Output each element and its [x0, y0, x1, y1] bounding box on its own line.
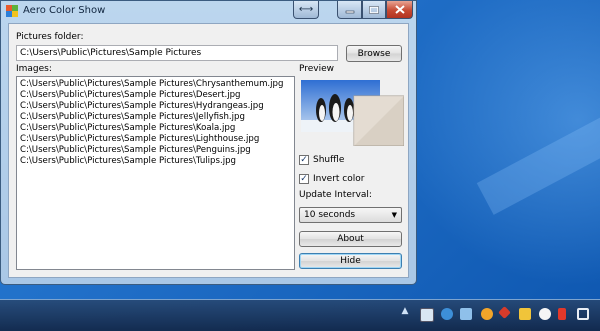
- folder-label: Pictures folder:: [16, 32, 84, 42]
- invert-color-checkbox[interactable]: ✓: [299, 174, 309, 184]
- preview-image: [301, 80, 404, 146]
- maximize-button[interactable]: [362, 1, 386, 19]
- swap-icon: ⟷: [298, 4, 314, 15]
- about-button[interactable]: About: [299, 231, 402, 247]
- list-item[interactable]: C:\Users\Public\Pictures\Sample Pictures…: [20, 123, 291, 134]
- browse-button[interactable]: Browse: [346, 45, 402, 62]
- preview-label: Preview: [299, 64, 335, 74]
- close-button[interactable]: [386, 1, 413, 19]
- folder-icon[interactable]: [519, 308, 531, 320]
- network-icon[interactable]: [460, 308, 472, 320]
- images-listbox[interactable]: C:\Users\Public\Pictures\Sample Pictures…: [16, 76, 295, 270]
- volume-icon[interactable]: [558, 308, 566, 320]
- monitor-icon[interactable]: [420, 308, 434, 322]
- close-icon: [394, 5, 405, 14]
- antivirus-icon[interactable]: [498, 306, 511, 319]
- invert-color-label: Invert color: [313, 174, 365, 184]
- shuffle-checkbox[interactable]: ✓: [299, 155, 309, 165]
- list-item[interactable]: C:\Users\Public\Pictures\Sample Pictures…: [20, 101, 291, 112]
- minimize-button[interactable]: [337, 1, 362, 19]
- hide-button[interactable]: Hide: [299, 253, 402, 269]
- folder-path-input[interactable]: C:\Users\Public\Pictures\Sample Pictures: [16, 45, 338, 61]
- maximize-icon: [369, 5, 379, 14]
- display-icon[interactable]: [577, 308, 589, 320]
- interval-label: Update Interval:: [299, 190, 372, 200]
- images-label: Images:: [16, 64, 52, 74]
- interval-value: 10 seconds: [304, 210, 356, 220]
- list-item[interactable]: C:\Users\Public\Pictures\Sample Pictures…: [20, 90, 291, 101]
- client-area: Pictures folder: C:\Users\Public\Picture…: [8, 23, 409, 278]
- list-item[interactable]: C:\Users\Public\Pictures\Sample Pictures…: [20, 156, 291, 167]
- interval-dropdown[interactable]: 10 seconds ▼: [299, 207, 402, 223]
- list-item[interactable]: C:\Users\Public\Pictures\Sample Pictures…: [20, 79, 291, 90]
- show-hidden-icons-icon[interactable]: ▲: [398, 306, 412, 316]
- list-item[interactable]: C:\Users\Public\Pictures\Sample Pictures…: [20, 134, 291, 145]
- chat-icon[interactable]: [539, 308, 551, 320]
- taskbar: ▲: [0, 299, 600, 331]
- messenger-icon[interactable]: [481, 308, 493, 320]
- app-icon: [6, 5, 18, 17]
- app-window: Aero Color Show ⟷ Pictures folder: C:\Us…: [0, 0, 417, 285]
- list-item[interactable]: C:\Users\Public\Pictures\Sample Pictures…: [20, 145, 291, 156]
- minimize-icon: [345, 10, 354, 13]
- window-title: Aero Color Show: [23, 5, 106, 16]
- chevron-down-icon: ▼: [391, 211, 397, 219]
- title-bar[interactable]: Aero Color Show ⟷: [1, 1, 416, 21]
- ie-icon[interactable]: [441, 308, 453, 320]
- shuffle-label: Shuffle: [313, 155, 345, 165]
- swap-button[interactable]: ⟷: [293, 1, 319, 19]
- list-item[interactable]: C:\Users\Public\Pictures\Sample Pictures…: [20, 112, 291, 123]
